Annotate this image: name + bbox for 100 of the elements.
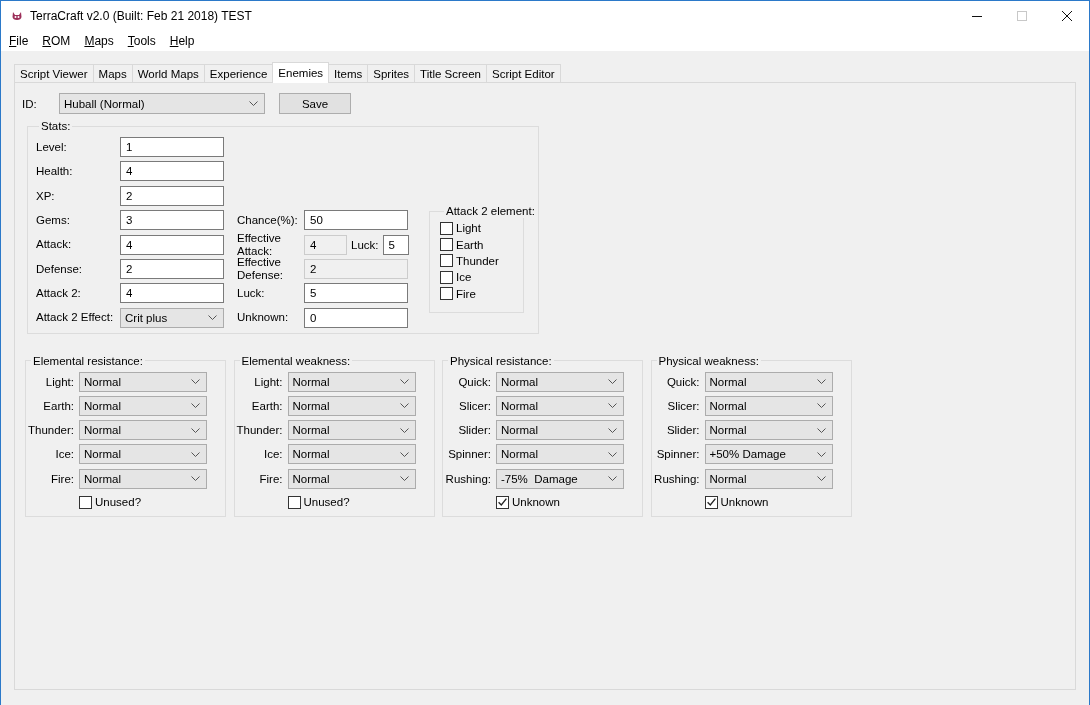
tab[interactable]: World Maps (131, 64, 205, 83)
field-label: Thunder: (27, 424, 74, 437)
checkbox[interactable] (496, 495, 509, 509)
chevron-down-icon (191, 379, 200, 385)
chevron-down-icon (608, 427, 617, 433)
checkbox-label: Fire (456, 287, 476, 300)
tab[interactable]: Script Viewer (14, 64, 94, 83)
field-label: Quick: (666, 375, 700, 388)
tab[interactable]: Experience (203, 64, 274, 83)
group-title: Stats: (40, 119, 72, 133)
checkbox-label: Unknown (720, 496, 769, 509)
text-field[interactable]: 5 (304, 283, 408, 304)
field-label: Chance(%): (237, 213, 299, 227)
checkbox[interactable] (704, 495, 718, 509)
field-label: Fire: (51, 472, 74, 485)
checkbox[interactable] (440, 221, 453, 235)
checkmark-icon (498, 498, 507, 507)
field-label: XP: (36, 189, 56, 203)
dropdown[interactable]: +50% Damage (704, 444, 833, 465)
text-field[interactable]: 4 (120, 283, 224, 304)
field-label: Effective Defense: (237, 256, 285, 282)
text-field[interactable]: 2 (120, 185, 224, 206)
dropdown[interactable]: Normal (287, 468, 416, 489)
dropdown[interactable]: Crit plus (120, 307, 224, 328)
text-field[interactable]: 4 (120, 234, 224, 255)
checkbox[interactable] (440, 270, 453, 284)
dropdown[interactable]: Normal (287, 420, 416, 441)
dropdown[interactable]: Normal (496, 371, 624, 392)
checkbox-label: Unused? (303, 496, 350, 509)
dropdown[interactable]: Normal (704, 396, 833, 416)
text-field[interactable]: 50 (304, 210, 408, 231)
dropdown[interactable]: Normal (79, 396, 207, 416)
dropdown[interactable]: Normal (79, 468, 207, 489)
dropdown[interactable]: Normal (79, 371, 207, 392)
text-field[interactable]: 3 (120, 210, 224, 231)
field-label: Ice: (263, 448, 283, 461)
maximize-icon (1016, 11, 1027, 21)
dropdown[interactable]: Normal (704, 420, 833, 441)
dropdown[interactable]: Normal (79, 444, 207, 465)
text-field[interactable]: 4 (120, 161, 224, 182)
tab[interactable]: Sprites (367, 64, 416, 83)
field-label: Quick: (458, 375, 491, 388)
field-label: Light: (45, 375, 74, 388)
dropdown[interactable]: Normal (496, 396, 624, 416)
menu-item[interactable]: Help (162, 32, 202, 50)
checkbox[interactable] (79, 495, 92, 509)
checkbox[interactable] (287, 495, 301, 509)
checkbox-label: Unused? (95, 496, 142, 509)
dropdown[interactable]: Normal (496, 420, 624, 441)
field-label: Health: (36, 165, 74, 178)
checkbox-label: Ice (456, 271, 472, 284)
dropdown[interactable]: Normal (287, 396, 416, 416)
field-label: Slider: (666, 424, 700, 437)
text-field[interactable]: 0 (304, 307, 408, 328)
field-label: Light: (254, 375, 283, 388)
checkbox[interactable] (440, 287, 453, 300)
dropdown[interactable]: Normal (704, 468, 833, 489)
field-label: Gems: (36, 213, 71, 227)
menu-item[interactable]: ROM (35, 32, 78, 50)
menu-item[interactable]: File (2, 32, 36, 50)
enemy-dropdown[interactable]: Huball (Normal) (59, 93, 265, 114)
creature-icon (12, 12, 22, 20)
text-field[interactable]: 2 (120, 258, 224, 279)
tab[interactable]: Script Editor (485, 64, 561, 83)
chevron-down-icon (816, 452, 826, 457)
chevron-down-icon (399, 403, 409, 409)
field-label: Rushing: (654, 472, 700, 485)
dropdown[interactable]: Normal (704, 371, 833, 392)
field-label: Luck: (237, 287, 266, 300)
field-label: Earth: (251, 400, 283, 412)
text-field[interactable]: 1 (120, 137, 224, 157)
checkbox-label: Light (456, 222, 481, 235)
minimize-icon (971, 15, 982, 17)
save-button[interactable]: Save (279, 93, 351, 114)
group-title: Elemental resistance: (32, 353, 144, 368)
dropdown[interactable]: -75% Damage (496, 468, 624, 489)
field-label: Earth: (43, 400, 74, 412)
field-label: Spinner: (448, 448, 491, 461)
dropdown[interactable]: Normal (287, 371, 416, 392)
field-label: Thunder: (236, 424, 283, 437)
tab[interactable]: Maps (92, 64, 133, 83)
chevron-down-icon (399, 452, 409, 457)
tab[interactable]: Enemies (272, 62, 330, 83)
chevron-down-icon (399, 476, 409, 482)
menu-item[interactable]: Maps (77, 32, 121, 50)
chevron-down-icon (399, 427, 409, 433)
checkbox-label: Earth (456, 238, 484, 251)
group-title: Physical resistance: (449, 353, 553, 368)
checkbox[interactable] (440, 254, 453, 268)
dropdown[interactable]: Normal (79, 420, 207, 441)
field-label: Rushing: (445, 472, 491, 485)
dropdown[interactable]: Normal (496, 444, 624, 465)
chevron-down-icon (191, 427, 200, 433)
field-label: Attack 2: (36, 287, 82, 300)
menu-item[interactable]: Tools (120, 32, 163, 50)
dropdown[interactable]: Normal (287, 444, 416, 465)
field-label: Unknown: (237, 311, 290, 324)
checkbox[interactable] (440, 238, 453, 252)
chevron-down-icon (191, 476, 200, 482)
chevron-down-icon (191, 403, 200, 409)
